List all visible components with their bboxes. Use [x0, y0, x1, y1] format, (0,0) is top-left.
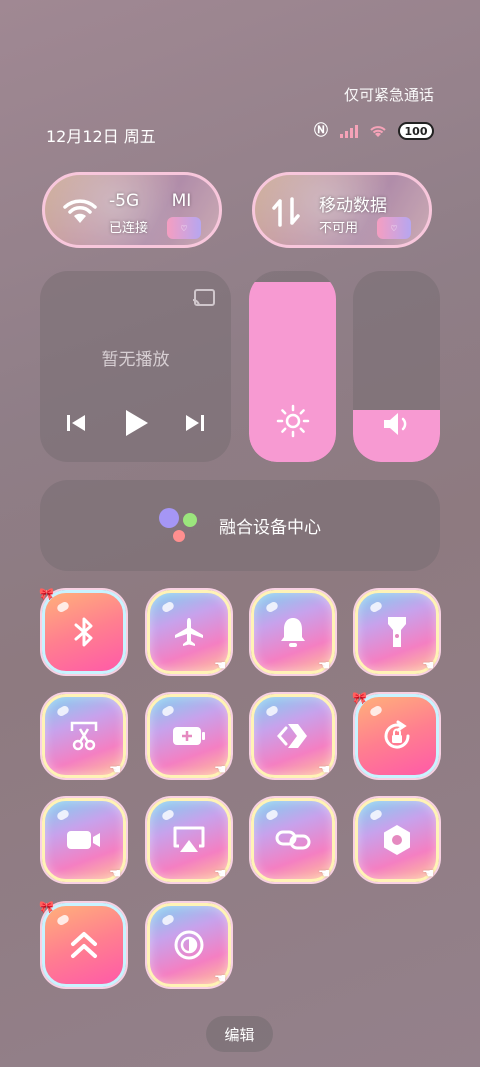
- edit-button[interactable]: 编辑: [206, 1016, 273, 1052]
- nearby-share-icon: [277, 724, 307, 748]
- bow-decoration-icon: 🎀: [352, 691, 367, 705]
- paw-decoration-icon: ☚: [214, 762, 227, 778]
- previous-track-icon[interactable]: [65, 412, 87, 434]
- screen-record-toggle[interactable]: ☚: [42, 798, 126, 882]
- paw-decoration-icon: ☚: [214, 866, 227, 882]
- wifi-status-icon: [370, 126, 386, 137]
- status-icons: Ⓝ 100: [314, 122, 434, 140]
- carrier-status: 仅可紧急通话: [343, 86, 434, 104]
- device-center-card[interactable]: 融合设备中心: [40, 480, 440, 571]
- nfc-icon: Ⓝ: [314, 123, 328, 139]
- next-track-icon[interactable]: [184, 412, 206, 434]
- battery-saver-toggle[interactable]: ☚: [147, 694, 231, 778]
- settings-hexagon-icon: [384, 825, 410, 855]
- flashlight-toggle[interactable]: ☚: [355, 590, 439, 674]
- rotation-lock-toggle[interactable]: 🎀: [352, 691, 439, 778]
- date-label: 12月12日 周五: [46, 127, 156, 146]
- rotation-lock-icon: [384, 720, 410, 749]
- mobile-data-card[interactable]: 移动数据 不可用 ♡: [252, 172, 432, 248]
- wifi-network-name: -5G MI: [109, 191, 192, 211]
- paw-decoration-icon: ☚: [422, 658, 435, 674]
- brightness-icon: [276, 404, 309, 438]
- bow-decoration-icon: 🎀: [39, 900, 54, 914]
- screenshot-toggle[interactable]: ☚: [42, 694, 126, 778]
- screen-record-icon: [67, 831, 100, 849]
- dark-mode-toggle[interactable]: ☚: [147, 903, 231, 987]
- mobile-data-status: 不可用: [319, 221, 359, 236]
- mobile-data-title: 移动数据: [319, 196, 387, 216]
- performance-mode-toggle[interactable]: 🎀: [39, 900, 126, 987]
- nearby-share-toggle[interactable]: ☚: [251, 694, 335, 778]
- sound-toggle[interactable]: ☚: [251, 590, 335, 674]
- paw-decoration-icon: ☚: [214, 658, 227, 674]
- performance-mode-icon: [71, 932, 97, 958]
- volume-slider[interactable]: [353, 271, 440, 462]
- device-center-label: 融合设备中心: [219, 518, 321, 538]
- screen-cast-icon: [173, 826, 205, 852]
- media-controls: [40, 408, 231, 438]
- mobile-data-icon: [272, 197, 300, 227]
- media-player-card[interactable]: 暂无播放: [40, 271, 231, 462]
- battery-indicator: 100: [398, 122, 434, 140]
- bow-decoration-icon: 🎀: [39, 587, 54, 601]
- brightness-slider[interactable]: [249, 271, 336, 462]
- device-center-icon: [159, 507, 201, 544]
- sticker-decoration: ♡: [167, 217, 201, 239]
- wifi-status: 已连接: [109, 221, 149, 236]
- dark-mode-icon: [174, 930, 204, 960]
- link-icon: [275, 830, 311, 850]
- paw-decoration-icon: ☚: [109, 866, 122, 882]
- wifi-icon: [63, 199, 97, 223]
- cast-icon[interactable]: [192, 288, 216, 308]
- wifi-card[interactable]: -5G MI 已连接 ♡: [42, 172, 222, 248]
- paw-decoration-icon: ☚: [318, 762, 331, 778]
- screenshot-scissors-icon: [70, 721, 98, 751]
- battery-saver-icon: [173, 727, 205, 745]
- flashlight-icon: [388, 617, 406, 647]
- bluetooth-icon: [74, 617, 93, 647]
- bluetooth-toggle[interactable]: 🎀: [39, 587, 126, 674]
- paw-decoration-icon: ☚: [318, 866, 331, 882]
- paw-decoration-icon: ☚: [422, 866, 435, 882]
- paw-decoration-icon: ☚: [318, 658, 331, 674]
- bell-icon: [281, 618, 305, 647]
- sticker-decoration: ♡: [377, 217, 411, 239]
- screen-cast-toggle[interactable]: ☚: [147, 798, 231, 882]
- play-icon[interactable]: [122, 408, 150, 438]
- airplane-mode-toggle[interactable]: ☚: [147, 590, 231, 674]
- signal-icon: [340, 124, 358, 138]
- link-toggle[interactable]: ☚: [251, 798, 335, 882]
- paw-decoration-icon: ☚: [214, 971, 227, 987]
- speaker-icon: [383, 413, 406, 435]
- airplane-icon: [175, 618, 203, 646]
- paw-decoration-icon: ☚: [109, 762, 122, 778]
- media-status: 暂无播放: [101, 350, 170, 370]
- settings-toggle[interactable]: ☚: [355, 798, 439, 882]
